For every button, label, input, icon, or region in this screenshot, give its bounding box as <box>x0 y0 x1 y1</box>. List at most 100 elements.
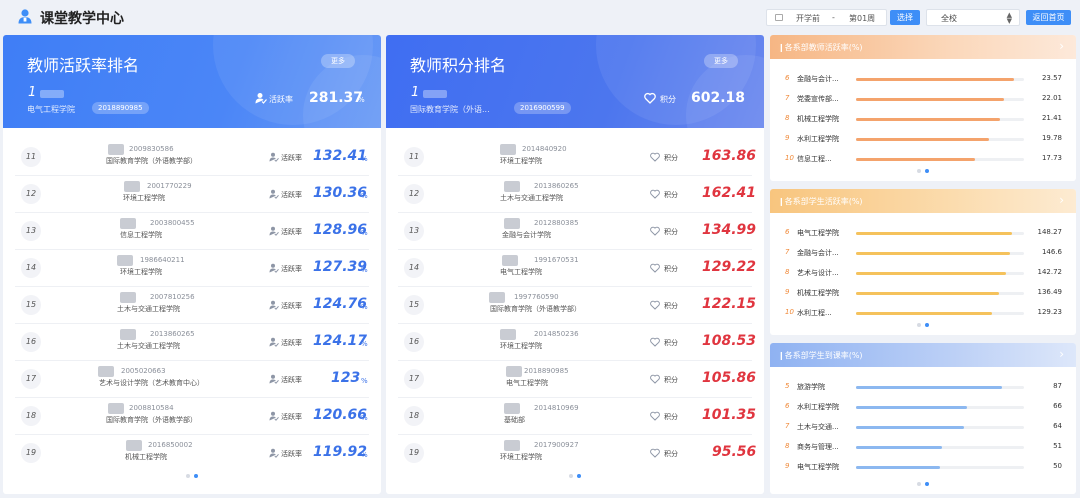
dept-rank: 10 <box>785 308 794 316</box>
row-label: 积分 <box>664 339 678 347</box>
dept-row[interactable]: 7 党委宣传部... 22.01 <box>770 94 1076 108</box>
ranking-row[interactable]: 17 2018890985 电气工程学院 积分 105.86 <box>398 361 756 398</box>
ranking-row[interactable]: 12 2013860265 土木与交通工程学院 积分 162.41 <box>398 176 756 213</box>
ranking-row[interactable]: 11 2014840920 环境工程学院 积分 163.86 <box>398 139 756 176</box>
dept-row[interactable]: 6 金融与会计... 23.57 <box>770 74 1076 88</box>
page-dot-active[interactable] <box>577 474 581 478</box>
dept-rank: 10 <box>785 154 794 162</box>
row-rank: 19 <box>404 443 424 463</box>
dept-rank: 8 <box>785 442 790 450</box>
dept-value: 146.6 <box>1041 248 1062 256</box>
dept-row[interactable]: 10 水利工程... 129.23 <box>770 308 1076 322</box>
return-home-button[interactable]: 返回首页 <box>1026 10 1071 25</box>
ranking-row[interactable]: 14 1991670531 电气工程学院 积分 129.22 <box>398 250 756 287</box>
blurred-name <box>506 366 522 377</box>
app-title: 课堂教学中心 <box>40 11 124 27</box>
dept-value: 148.27 <box>1037 228 1063 236</box>
row-id: 2017900927 <box>534 441 579 449</box>
row-unit: % <box>361 266 368 274</box>
dept-row[interactable]: 5 旅游学院 87 <box>770 382 1076 396</box>
ranking-row[interactable]: 19 2016850002 机械工程学院 活跃率 119.92 % <box>15 435 369 472</box>
dept-name: 水利工程... <box>797 309 832 317</box>
ranking-row[interactable]: 13 2003800455 信息工程学院 活跃率 128.96 % <box>15 213 369 250</box>
row-label: 活跃率 <box>281 228 302 236</box>
row-rank: 13 <box>21 221 41 241</box>
dept-row[interactable]: 10 信息工程... 17.73 <box>770 154 1076 168</box>
dept-value: 136.49 <box>1037 288 1063 296</box>
dept-rank: 8 <box>785 268 790 276</box>
chevron-right-icon[interactable]: › <box>1059 39 1064 53</box>
heart-badge-icon <box>650 374 660 384</box>
row-label: 积分 <box>664 191 678 199</box>
dept-row[interactable]: 6 电气工程学院 148.27 <box>770 228 1076 242</box>
row-dept: 环境工程学院 <box>500 342 542 350</box>
progress-track <box>856 406 1024 409</box>
page-dot-active[interactable] <box>194 474 198 478</box>
page-dot-active[interactable] <box>925 169 929 173</box>
chevron-right-icon[interactable]: › <box>1059 193 1064 207</box>
row-rank: 11 <box>404 147 424 167</box>
dept-row[interactable]: 7 土木与交通... 64 <box>770 422 1076 436</box>
card-title: ❙各系部学生活跃率(%) <box>778 197 863 206</box>
ranking-row[interactable]: 19 2017900927 环境工程学院 积分 95.56 <box>398 435 756 472</box>
dept-rank: 7 <box>785 422 790 430</box>
dept-name: 党委宣传部... <box>797 95 839 103</box>
page-dot[interactable] <box>569 474 573 478</box>
row-rank: 15 <box>404 295 424 315</box>
page-dot[interactable] <box>917 323 921 327</box>
dept-row[interactable]: 8 机械工程学院 21.41 <box>770 114 1076 128</box>
dept-row[interactable]: 9 电气工程学院 50 <box>770 462 1076 476</box>
page-dot-active[interactable] <box>925 323 929 327</box>
row-id: 1986640211 <box>140 256 185 264</box>
row-label: 活跃率 <box>281 376 302 384</box>
page-dot[interactable] <box>917 169 921 173</box>
row-unit: % <box>361 377 368 385</box>
more-button[interactable]: 更多 <box>704 54 738 68</box>
ranking-row[interactable]: 18 2008810584 国际教育学院（外语教学部） 活跃率 120.66 % <box>15 398 369 435</box>
ranking-row[interactable]: 11 2009830586 国际教育学院（外语教学部） 活跃率 132.41 % <box>15 139 369 176</box>
heart-badge-icon <box>650 152 660 162</box>
dept-row[interactable]: 6 水利工程学院 66 <box>770 402 1076 416</box>
ranking-row[interactable]: 14 1986640211 环境工程学院 活跃率 127.39 % <box>15 250 369 287</box>
dept-rank: 7 <box>785 248 790 256</box>
page-dot[interactable] <box>186 474 190 478</box>
dept-rank: 6 <box>785 228 790 236</box>
row-id: 2013860265 <box>534 182 579 190</box>
row-label: 活跃率 <box>281 154 302 162</box>
card-header[interactable]: ❙各系部教师活跃率(%) › <box>770 35 1076 59</box>
ranking-row[interactable]: 13 2012880385 金融与会计学院 积分 134.99 <box>398 213 756 250</box>
dept-row[interactable]: 9 机械工程学院 136.49 <box>770 288 1076 302</box>
card-title-text: 各系部教师活跃率(%) <box>784 43 863 52</box>
ranking-row[interactable]: 18 2014810969 基础部 积分 101.35 <box>398 398 756 435</box>
scope-select[interactable]: 全校 ▲ ▼ <box>926 9 1020 26</box>
select-arrows-icon: ▲ ▼ <box>1006 11 1012 25</box>
row-label: 积分 <box>664 265 678 273</box>
pagination-dots <box>386 474 764 478</box>
chevron-right-icon[interactable]: › <box>1059 347 1064 361</box>
card-header[interactable]: ❙各系部学生到课率(%) › <box>770 343 1076 367</box>
date-range-picker[interactable]: 开学前 - 第01周 <box>766 9 887 26</box>
page-dot-active[interactable] <box>925 482 929 486</box>
dept-row[interactable]: 7 金融与会计... 146.6 <box>770 248 1076 262</box>
ranking-row[interactable]: 12 2001770229 环境工程学院 活跃率 130.36 % <box>15 176 369 213</box>
row-label: 活跃率 <box>281 413 302 421</box>
dept-row[interactable]: 9 水利工程学院 19.78 <box>770 134 1076 148</box>
choose-button[interactable]: 选择 <box>890 10 920 25</box>
row-value: 123 <box>331 370 361 386</box>
ranking-row[interactable]: 16 2013860265 土木与交通工程学院 活跃率 124.17 % <box>15 324 369 361</box>
ranking-row[interactable]: 15 2007810256 土木与交通工程学院 活跃率 124.76 % <box>15 287 369 324</box>
row-rank: 17 <box>404 369 424 389</box>
row-id: 2014840920 <box>522 145 567 153</box>
dept-row[interactable]: 8 艺术与设计... 142.72 <box>770 268 1076 282</box>
more-button[interactable]: 更多 <box>321 54 355 68</box>
top-label: 积分 <box>660 95 676 104</box>
dept-student-activity-card: ❙各系部学生活跃率(%) › 6 电气工程学院 148.27 7 金融与会计... 146… <box>770 189 1076 335</box>
progress-fill <box>856 138 989 141</box>
ranking-row[interactable]: 15 1997760590 国际教育学院（外语教学部） 积分 122.15 <box>398 287 756 324</box>
card-header[interactable]: ❙各系部学生活跃率(%) › <box>770 189 1076 213</box>
ranking-row[interactable]: 17 2005020663 艺术与设计学院（艺术教育中心） 活跃率 123 % <box>15 361 369 398</box>
progress-track <box>856 386 1024 389</box>
page-dot[interactable] <box>917 482 921 486</box>
dept-row[interactable]: 8 商务与管理... 51 <box>770 442 1076 456</box>
ranking-row[interactable]: 16 2014850236 环境工程学院 积分 108.53 <box>398 324 756 361</box>
